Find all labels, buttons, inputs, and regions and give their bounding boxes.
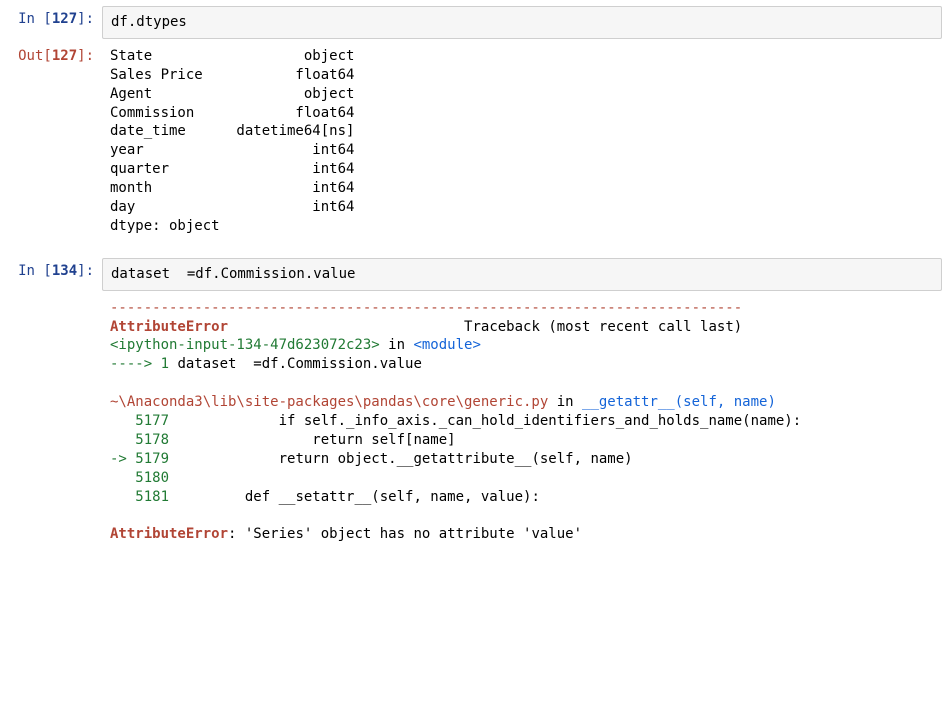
error-message: : 'Series' object has no attribute 'valu… (228, 526, 582, 542)
error-name: AttributeError (110, 526, 228, 542)
dtypes-pre: State object Sales Price float64 Agent o… (110, 47, 940, 236)
cell-134-traceback: ----------------------------------------… (0, 293, 948, 555)
in-label-close: ]: (77, 263, 94, 279)
code-line: dataset =df.Commission.value (111, 265, 933, 284)
tb-lineno: 5180 (110, 470, 177, 486)
code-line: df.dtypes (111, 13, 933, 32)
tb-gap (228, 319, 464, 335)
dtype-row: Commission float64 (110, 105, 354, 121)
tb-arrow: ----> 1 (110, 356, 177, 372)
tb-code: def __setattr__(self, name, value): (177, 489, 539, 505)
tb-arrow: -> 5179 (110, 451, 177, 467)
tb-lineno: 5178 (110, 432, 177, 448)
tb-lineno: 5177 (110, 413, 177, 429)
in-prompt-134: In [134]: (0, 256, 102, 293)
traceback-output: ----------------------------------------… (102, 293, 948, 555)
dtype-row: day int64 (110, 199, 354, 215)
dtype-row: month int64 (110, 180, 354, 196)
dtype-row: Agent object (110, 86, 354, 102)
in-label: In [ (18, 11, 52, 27)
tb-module: <module> (413, 337, 480, 353)
code-input-134[interactable]: dataset =df.Commission.value (102, 258, 942, 291)
traceback-pre: ----------------------------------------… (110, 299, 940, 545)
tb-code: return object.__getattribute__(self, nam… (177, 451, 632, 467)
out-label-close: ]: (77, 48, 94, 64)
error-name: AttributeError (110, 319, 228, 335)
tb-code: return self[name] (177, 432, 455, 448)
in-num: 134 (52, 263, 77, 279)
tb-in: in (548, 394, 582, 410)
dtypes-output: State object Sales Price float64 Agent o… (102, 41, 948, 246)
out-prompt-127: Out[127]: (0, 41, 102, 246)
tb-file-path: ~\Anaconda3\lib\site-packages\pandas\cor… (110, 394, 548, 410)
tb-func-args: (self, name) (675, 394, 776, 410)
cell-127-input: In [127]: df.dtypes (0, 4, 948, 41)
in-label-close: ]: (77, 11, 94, 27)
dtype-row: date_time datetime64[ns] (110, 123, 354, 139)
cell-134-input: In [134]: dataset =df.Commission.value (0, 256, 948, 293)
in-prompt-127: In [127]: (0, 4, 102, 41)
tb-arrow-code: dataset =df.Commission.value (177, 356, 421, 372)
cell-127-output: Out[127]: State object Sales Price float… (0, 41, 948, 246)
out-label: Out[ (18, 48, 52, 64)
code-input-127[interactable]: df.dtypes (102, 6, 942, 39)
in-num: 127 (52, 11, 77, 27)
tb-func: __getattr__ (582, 394, 675, 410)
in-label: In [ (18, 263, 52, 279)
dtype-row: year int64 (110, 142, 354, 158)
out-num: 127 (52, 48, 77, 64)
tb-location: <ipython-input-134-47d623072c23> (110, 337, 380, 353)
tb-separator: ----------------------------------------… (110, 300, 742, 316)
dtype-row: Sales Price float64 (110, 67, 354, 83)
tb-header-tail: Traceback (most recent call last) (464, 319, 742, 335)
tb-code: if self._info_axis._can_hold_identifiers… (177, 413, 801, 429)
dtype-row: quarter int64 (110, 161, 354, 177)
dtype-row: dtype: object (110, 218, 220, 234)
empty-prompt (0, 293, 102, 555)
tb-lineno: 5181 (110, 489, 177, 505)
tb-in: in (380, 337, 414, 353)
dtype-row: State object (110, 48, 354, 64)
